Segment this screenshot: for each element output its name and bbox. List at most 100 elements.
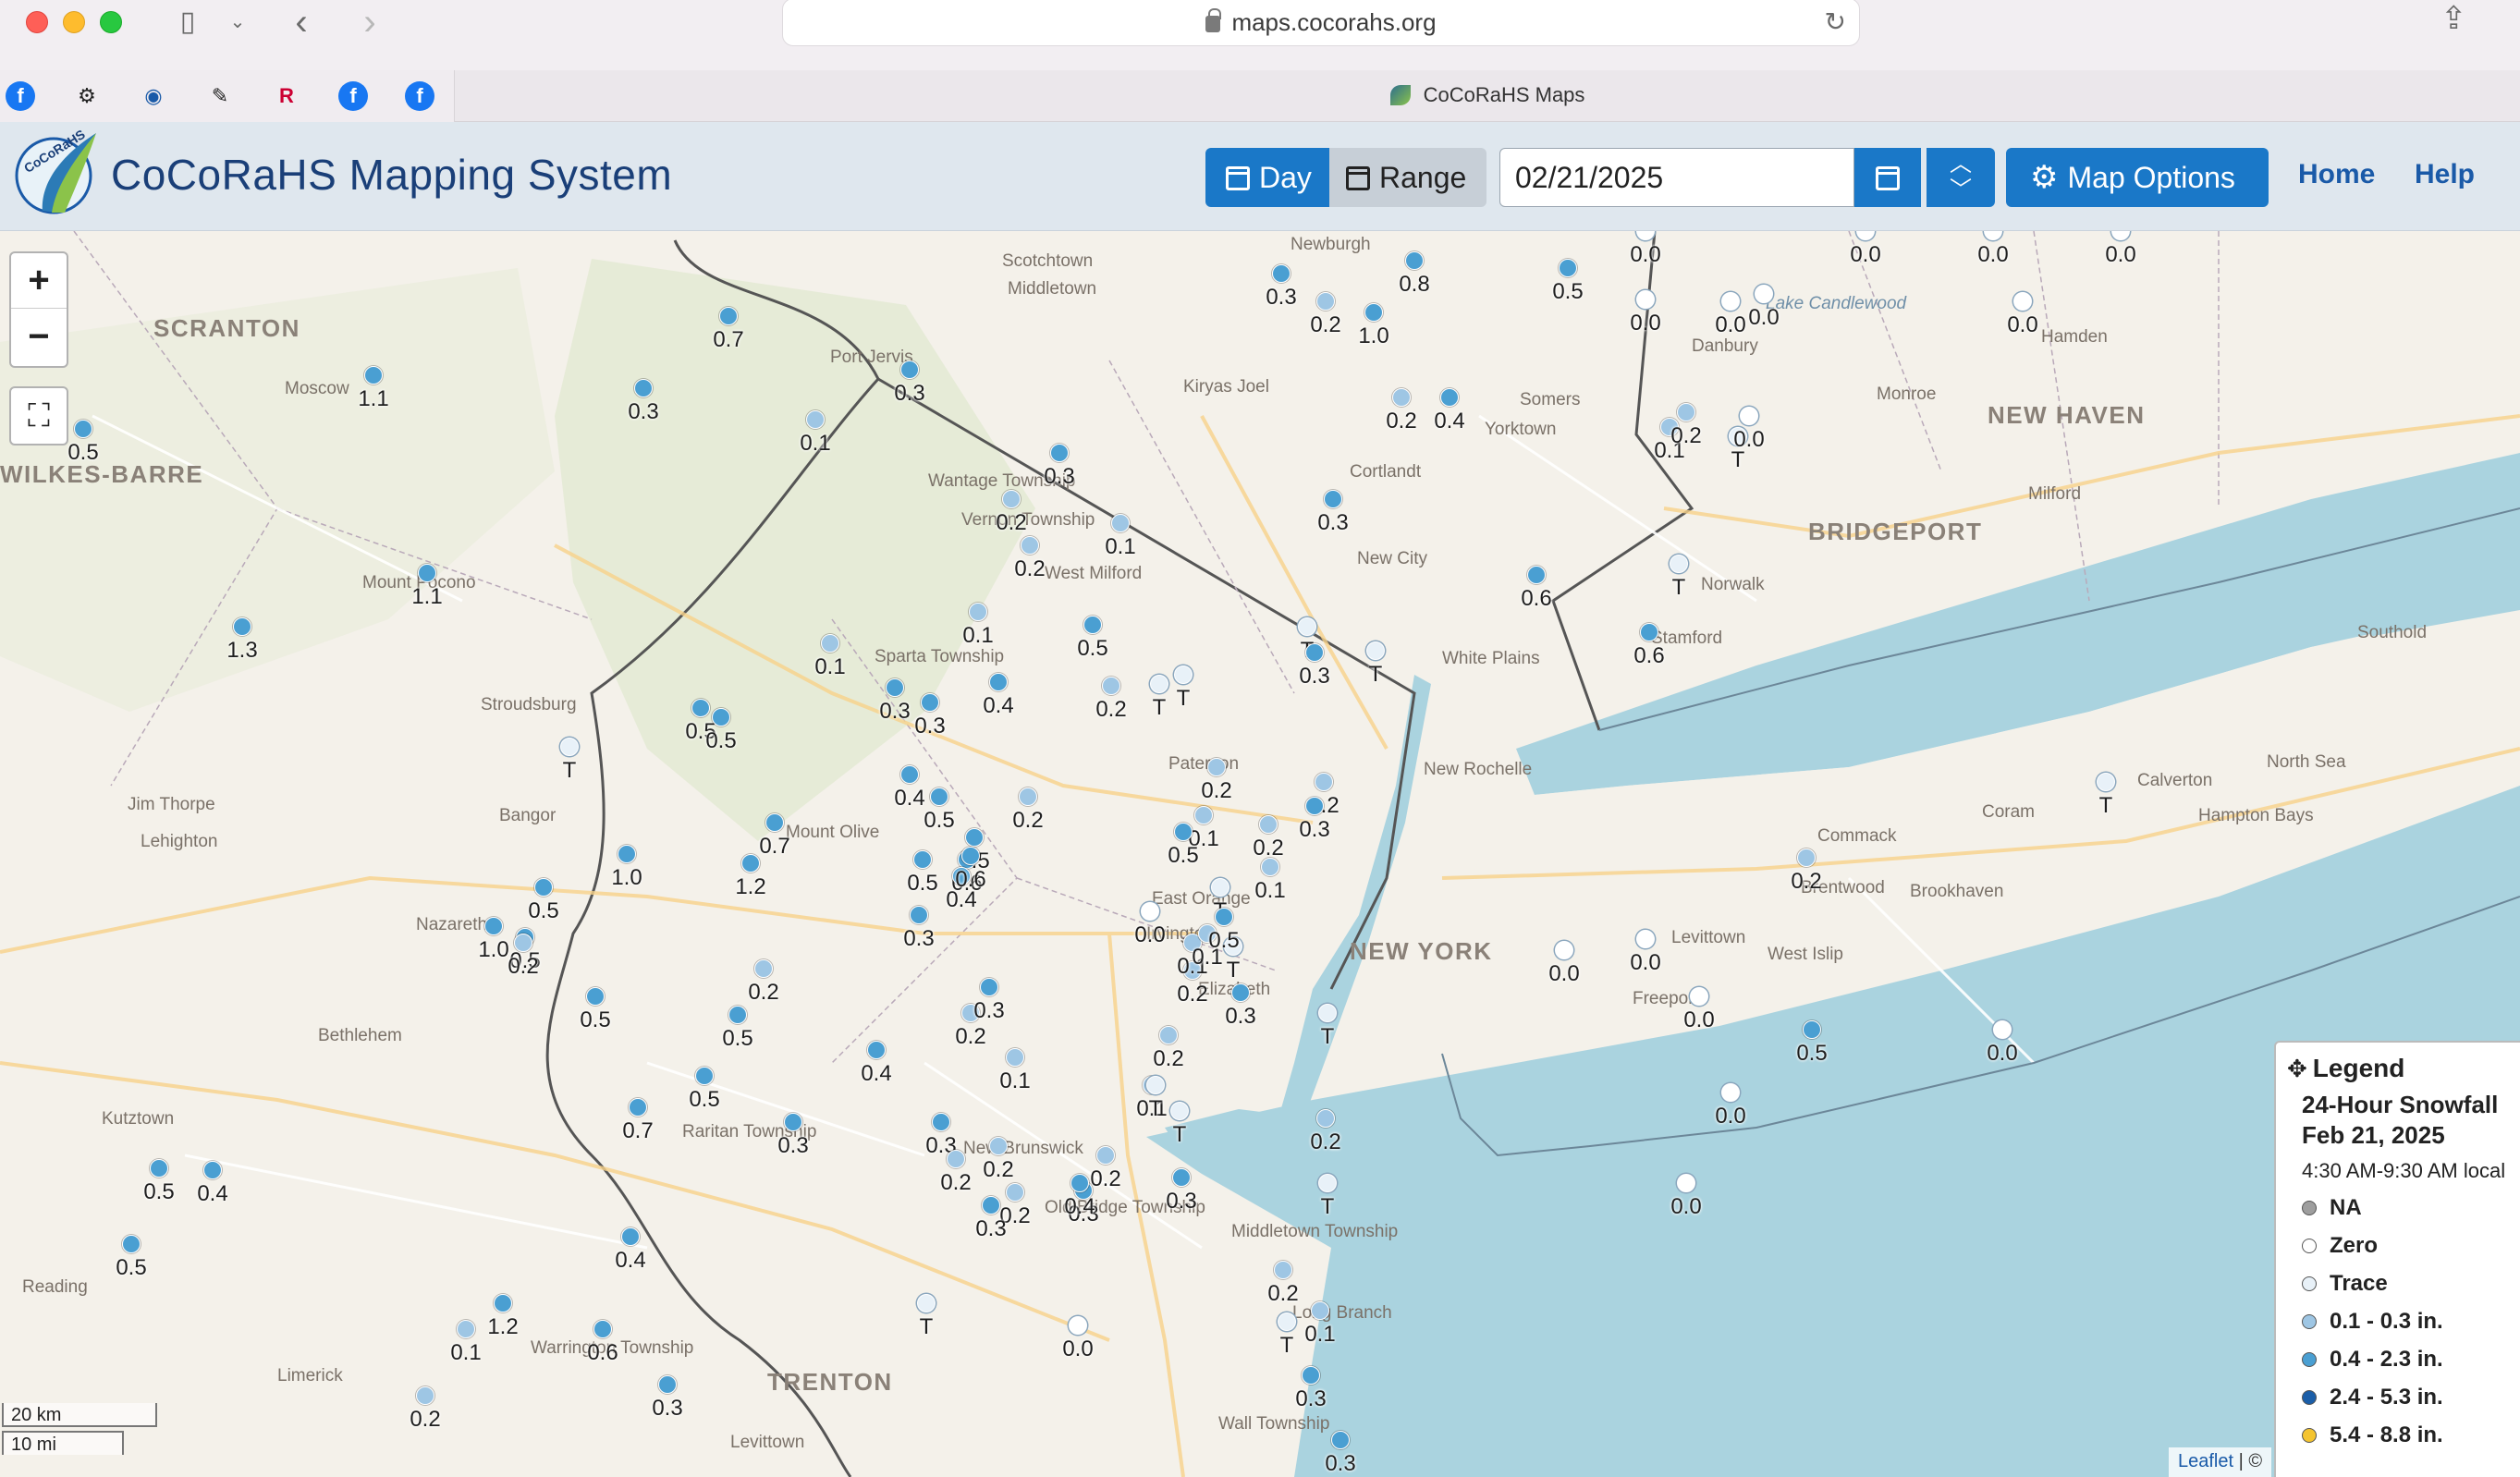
station-marker[interactable] — [921, 693, 939, 712]
station-marker[interactable] — [233, 617, 251, 636]
station-marker[interactable] — [560, 738, 579, 756]
close-window-icon[interactable] — [26, 11, 48, 33]
noaa-icon[interactable]: ◉ — [139, 81, 168, 111]
station-marker[interactable] — [1159, 1026, 1178, 1044]
forward-arrow-icon[interactable]: › — [353, 4, 386, 41]
facebook-icon[interactable]: f — [338, 81, 368, 111]
leaflet-link[interactable]: Leaflet — [2178, 1451, 2233, 1471]
station-marker[interactable] — [1231, 983, 1250, 1002]
station-marker[interactable] — [658, 1375, 677, 1394]
station-marker[interactable] — [364, 366, 383, 385]
station-marker[interactable] — [867, 1041, 886, 1059]
station-marker[interactable] — [418, 564, 436, 582]
station-marker[interactable] — [1096, 1146, 1115, 1165]
station-marker[interactable] — [947, 1150, 965, 1168]
date-stepper-button[interactable]: ︿ ﹀ — [1927, 148, 1995, 207]
station-marker[interactable] — [1174, 665, 1193, 684]
station-marker[interactable] — [1298, 617, 1316, 636]
station-marker[interactable] — [989, 673, 1008, 691]
station-marker[interactable] — [900, 360, 919, 379]
station-marker[interactable] — [989, 1137, 1008, 1155]
station-marker[interactable] — [457, 1320, 475, 1338]
station-marker[interactable] — [728, 1006, 747, 1024]
station-marker[interactable] — [634, 379, 653, 397]
station-marker[interactable] — [1366, 641, 1385, 660]
station-marker[interactable] — [1302, 1366, 1320, 1385]
station-marker[interactable] — [900, 765, 919, 784]
station-marker[interactable] — [1636, 930, 1655, 948]
station-marker[interactable] — [1305, 797, 1324, 815]
reload-icon[interactable]: ↻ — [1825, 6, 1846, 37]
station-marker[interactable] — [1331, 1431, 1350, 1449]
station-marker[interactable] — [1194, 806, 1213, 824]
station-marker[interactable] — [1215, 908, 1233, 926]
station-marker[interactable] — [961, 847, 980, 865]
station-marker[interactable] — [910, 906, 928, 924]
station-marker[interactable] — [1311, 1301, 1329, 1320]
range-button[interactable]: Range — [1329, 148, 1486, 207]
station-marker[interactable] — [593, 1320, 612, 1338]
station-marker[interactable] — [1141, 902, 1159, 921]
sidebar-toggle-icon[interactable]: ▯ — [166, 4, 209, 41]
station-marker[interactable] — [1111, 514, 1130, 532]
station-marker[interactable] — [1170, 1102, 1189, 1120]
station-marker[interactable] — [1150, 675, 1168, 693]
station-marker[interactable] — [691, 699, 710, 717]
station-marker[interactable] — [1318, 1004, 1337, 1022]
station-marker[interactable] — [534, 878, 553, 897]
station-marker[interactable] — [1019, 787, 1037, 806]
station-marker[interactable] — [416, 1386, 434, 1405]
station-marker[interactable] — [1755, 285, 1773, 303]
station-marker[interactable] — [712, 708, 730, 726]
station-marker[interactable] — [1006, 1183, 1024, 1202]
station-marker[interactable] — [1721, 1083, 1740, 1102]
station-marker[interactable] — [618, 845, 636, 863]
station-marker[interactable] — [1050, 444, 1069, 462]
station-marker[interactable] — [1021, 536, 1039, 555]
legend-header[interactable]: ✥ Legend — [2287, 1054, 2520, 1083]
station-marker[interactable] — [1259, 815, 1278, 834]
legend-panel[interactable]: ✥ Legend 24-Hour Snowfall Feb 21, 2025 4:… — [2274, 1041, 2520, 1477]
station-marker[interactable] — [1278, 1312, 1296, 1331]
station-marker[interactable] — [203, 1161, 222, 1179]
station-marker[interactable] — [932, 1113, 950, 1131]
station-marker[interactable] — [586, 987, 605, 1006]
station-marker[interactable] — [1272, 264, 1291, 283]
station-marker[interactable] — [1640, 623, 1658, 641]
station-marker[interactable] — [1440, 388, 1459, 407]
station-marker[interactable] — [1006, 1048, 1024, 1067]
station-marker[interactable] — [1069, 1316, 1087, 1335]
station-marker[interactable] — [1315, 773, 1333, 791]
station-marker[interactable] — [2097, 773, 2115, 791]
station-marker[interactable] — [886, 678, 904, 697]
station-marker[interactable] — [1305, 643, 1324, 662]
station-marker[interactable] — [1993, 1020, 2012, 1039]
station-marker[interactable] — [965, 828, 984, 847]
station-marker[interactable] — [2013, 292, 2032, 311]
date-input[interactable] — [1499, 148, 1854, 207]
nav-home-link[interactable]: Home — [2298, 159, 2375, 190]
chevron-down-icon[interactable]: ⌄ — [224, 4, 251, 41]
chevron-down-icon[interactable]: ﹀ — [1927, 177, 1995, 203]
station-marker[interactable] — [741, 854, 760, 873]
station-marker[interactable] — [494, 1294, 512, 1312]
chevron-up-icon[interactable]: ︿ — [1927, 152, 1995, 177]
station-marker[interactable] — [1174, 823, 1193, 841]
station-marker[interactable] — [122, 1235, 141, 1253]
station-marker[interactable] — [1172, 1168, 1191, 1187]
station-marker[interactable] — [1364, 303, 1383, 322]
nav-help-link[interactable]: Help — [2415, 159, 2475, 190]
station-marker[interactable] — [1102, 677, 1120, 695]
station-marker[interactable] — [784, 1113, 802, 1131]
station-marker[interactable] — [1803, 1020, 1821, 1039]
zoom-in-button[interactable]: + — [11, 253, 67, 309]
station-marker[interactable] — [1318, 1174, 1337, 1192]
map-options-button[interactable]: ⚙ Map Options — [2006, 148, 2269, 207]
station-marker[interactable] — [1405, 251, 1424, 270]
address-bar[interactable]: maps.cocorahs.org ↻ — [782, 0, 1860, 46]
station-marker[interactable] — [1324, 490, 1342, 508]
station-marker[interactable] — [821, 634, 839, 653]
station-marker[interactable] — [74, 420, 92, 438]
calendar-picker-button[interactable] — [1854, 148, 1921, 207]
station-marker[interactable] — [514, 934, 532, 952]
